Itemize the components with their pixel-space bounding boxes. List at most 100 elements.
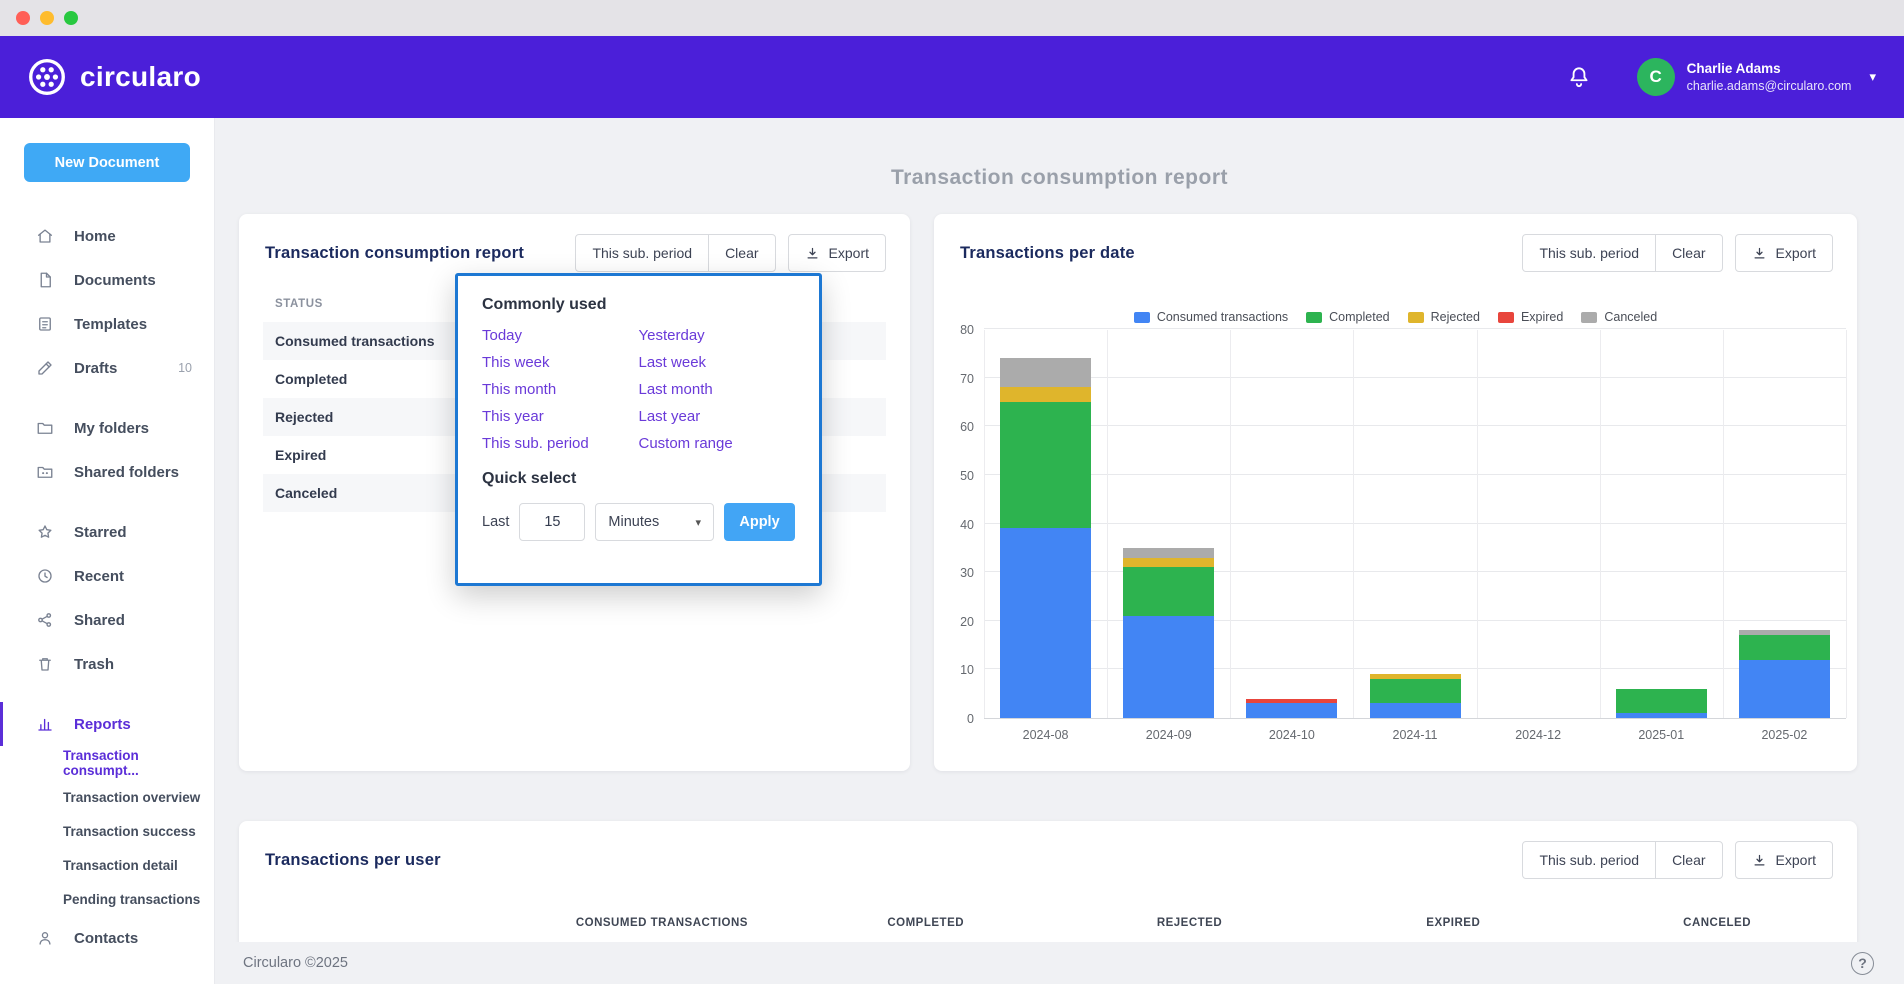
sidebar-subitem-pending-transactions[interactable]: Pending transactions <box>0 882 214 916</box>
period-filter-button[interactable]: This sub. period <box>1522 841 1656 879</box>
clear-button[interactable]: Clear <box>1655 234 1722 272</box>
legend-item-rejected[interactable]: Rejected <box>1408 310 1480 324</box>
copyright-text: Circularo ©2025 <box>243 955 348 971</box>
period-filter-button[interactable]: This sub. period <box>1522 234 1656 272</box>
app-header: circularo C Charlie Adams charlie.adams@… <box>0 36 1904 118</box>
legend-label: Completed <box>1329 310 1389 324</box>
legend-item-canceled[interactable]: Canceled <box>1581 310 1657 324</box>
column-header-completed: COMPLETED <box>794 917 1058 929</box>
x-axis-label: 2024-10 <box>1230 728 1353 742</box>
segment-completed <box>1616 689 1707 713</box>
range-link-last-week[interactable]: Last week <box>639 354 796 371</box>
x-axis-label: 2024-12 <box>1477 728 1600 742</box>
apply-button[interactable]: Apply <box>724 503 795 541</box>
legend-swatch <box>1306 312 1322 323</box>
unit-select[interactable]: Minutes ▾ <box>595 503 714 541</box>
range-link-this-month[interactable]: This month <box>482 381 639 398</box>
range-link-today[interactable]: Today <box>482 327 639 344</box>
export-button[interactable]: Export <box>1735 234 1833 272</box>
new-document-button[interactable]: New Document <box>24 143 190 182</box>
bar-2024-10[interactable] <box>1246 699 1337 718</box>
nav-divider <box>0 686 214 702</box>
brand-logo[interactable]: circularo <box>26 56 201 98</box>
sidebar-item-label: Recent <box>74 568 124 585</box>
chart-legend: Consumed transactions Completed Rejected Ex… <box>934 310 1857 324</box>
y-axis-label: 60 <box>944 420 974 434</box>
export-label: Export <box>829 245 869 261</box>
gridline-x <box>1353 330 1354 718</box>
gridline-y-20 <box>984 620 1846 621</box>
legend-item-consumed-transactions[interactable]: Consumed transactions <box>1134 310 1288 324</box>
x-axis-label: 2024-08 <box>984 728 1107 742</box>
legend-item-completed[interactable]: Completed <box>1306 310 1389 324</box>
y-axis-label: 70 <box>944 372 974 386</box>
column-header-canceled: CANCELED <box>1585 917 1849 929</box>
gridline-x <box>1846 330 1847 718</box>
row-label: Consumed transactions <box>275 333 434 349</box>
segment-completed <box>1123 567 1214 616</box>
period-filter-button[interactable]: This sub. period <box>575 234 709 272</box>
legend-item-expired[interactable]: Expired <box>1498 310 1563 324</box>
bar-2025-01[interactable] <box>1616 689 1707 718</box>
bar-2024-09[interactable] <box>1123 548 1214 718</box>
unit-select-value: Minutes <box>608 514 659 530</box>
sidebar-subitem-transaction-detail[interactable]: Transaction detail <box>0 848 214 882</box>
sidebar-item-my-folders[interactable]: My folders <box>0 406 214 450</box>
sidebar-item-shared-folders[interactable]: Shared folders <box>0 450 214 494</box>
clear-button[interactable]: Clear <box>708 234 775 272</box>
user-menu[interactable]: C Charlie Adams charlie.adams@circularo.… <box>1637 58 1876 96</box>
sidebar-subitem-transaction-overview[interactable]: Transaction overview <box>0 780 214 814</box>
sidebar-subitem-transaction-consumpt[interactable]: Transaction consumpt... <box>0 746 214 780</box>
clear-button[interactable]: Clear <box>1655 841 1722 879</box>
folder-icon <box>36 419 54 437</box>
notifications-bell-icon[interactable] <box>1559 57 1599 97</box>
bar-2024-11[interactable] <box>1370 674 1461 718</box>
sidebar-item-contacts[interactable]: Contacts <box>0 916 214 960</box>
reports-icon-wrap <box>36 715 54 733</box>
nav-divider <box>0 390 214 406</box>
sidebar-nav: HomeDocumentsTemplatesDrafts10 My folders… <box>0 214 214 960</box>
segment-rejected <box>1123 558 1214 568</box>
trash-icon <box>36 655 54 673</box>
y-axis-label: 80 <box>944 323 974 337</box>
sidebar-item-recent[interactable]: Recent <box>0 554 214 598</box>
sidebar-item-documents[interactable]: Documents <box>0 258 214 302</box>
range-link-this-week[interactable]: This week <box>482 354 639 371</box>
minimize-button[interactable] <box>40 11 54 25</box>
star-icon-wrap <box>36 523 54 541</box>
sidebar-subitem-transaction-success[interactable]: Transaction success <box>0 814 214 848</box>
range-link-last-year[interactable]: Last year <box>639 408 796 425</box>
gridline-x <box>1230 330 1231 718</box>
range-link-this-sub-period[interactable]: This sub. period <box>482 435 639 452</box>
column-header-expired: EXPIRED <box>1321 917 1585 929</box>
chevron-down-icon: ▾ <box>1869 69 1876 85</box>
sidebar-item-reports[interactable]: Reports <box>0 702 214 746</box>
help-icon[interactable]: ? <box>1851 952 1874 975</box>
bar-2025-02[interactable] <box>1739 630 1830 718</box>
column-header-rejected: REJECTED <box>1058 917 1322 929</box>
range-link-custom-range[interactable]: Custom range <box>639 435 796 452</box>
sidebar-item-templates[interactable]: Templates <box>0 302 214 346</box>
download-icon <box>1752 853 1767 868</box>
maximize-button[interactable] <box>64 11 78 25</box>
bar-2024-08[interactable] <box>1000 358 1091 718</box>
quick-select-value-input[interactable] <box>519 503 585 541</box>
y-axis-label: 40 <box>944 518 974 532</box>
sidebar-item-drafts[interactable]: Drafts10 <box>0 346 214 390</box>
sidebar-item-shared[interactable]: Shared <box>0 598 214 642</box>
sidebar-item-starred[interactable]: Starred <box>0 510 214 554</box>
sidebar-item-trash[interactable]: Trash <box>0 642 214 686</box>
sidebar-item-label: Shared folders <box>74 464 179 481</box>
close-button[interactable] <box>16 11 30 25</box>
range-link-last-month[interactable]: Last month <box>639 381 796 398</box>
sidebar-item-home[interactable]: Home <box>0 214 214 258</box>
range-link-yesterday[interactable]: Yesterday <box>639 327 796 344</box>
template-icon <box>36 315 54 333</box>
quick-select-row: Last Minutes ▾ Apply <box>482 503 795 541</box>
footer: Circularo ©2025 ? <box>215 942 1904 984</box>
draft-icon <box>36 359 54 377</box>
column-header-consumed-transactions: CONSUMED TRANSACTIONS <box>530 917 794 929</box>
range-link-this-year[interactable]: This year <box>482 408 639 425</box>
export-button[interactable]: Export <box>1735 841 1833 879</box>
export-button[interactable]: Export <box>788 234 886 272</box>
